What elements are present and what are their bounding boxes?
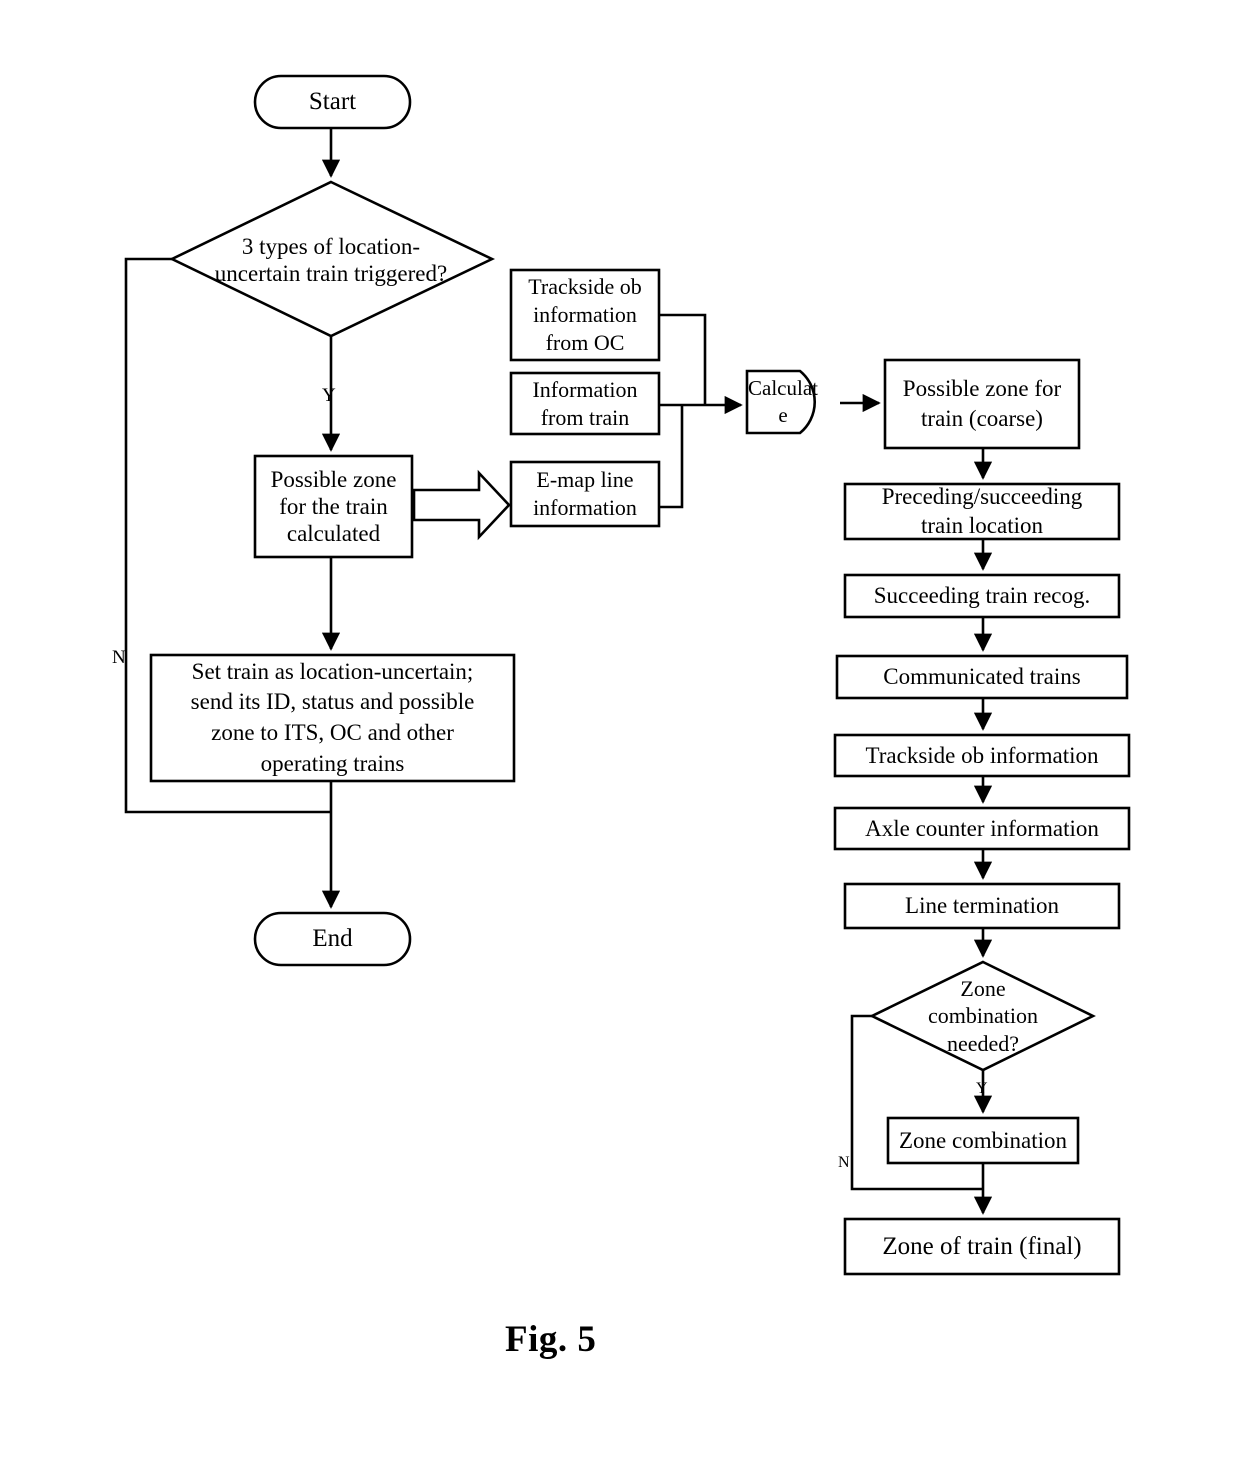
figure-caption: Fig. 5 — [505, 1319, 597, 1360]
edge-label-decision-types-yes: Y — [322, 385, 336, 406]
edge-label-decision-types-no: N — [112, 647, 126, 668]
shape-information-from-train — [509, 371, 661, 436]
shape-line-termination — [843, 882, 1121, 930]
shape-communicated-trains — [835, 654, 1129, 700]
shape-set-train-uncertain — [149, 653, 516, 783]
shape-trackside-ob-from-oc — [509, 268, 661, 362]
shape-zone-combination — [886, 1116, 1080, 1165]
edge-emap-to-merge — [659, 405, 684, 509]
shape-trackside-ob-information — [833, 733, 1131, 778]
flowchart-canvas — [124, 74, 1131, 1276]
figure-page: Start 3 types of location- uncertain tra… — [0, 0, 1240, 1474]
block-arrow-to-inputs — [412, 469, 511, 541]
shape-zone-of-train-final — [843, 1217, 1121, 1276]
shape-start — [253, 74, 412, 130]
shape-axle-counter-information — [833, 806, 1131, 851]
shape-preceding-succeeding — [843, 482, 1121, 541]
shape-possible-zone-calculated — [253, 454, 414, 559]
shape-calculate — [745, 369, 817, 435]
shape-possible-zone-coarse — [883, 358, 1081, 450]
shape-decision-types — [169, 180, 496, 338]
edge-label-zone-combination-yes: Y — [976, 1080, 988, 1097]
shape-end — [253, 911, 412, 967]
edge-trackside-to-merge — [659, 313, 707, 405]
shape-decision-zone-combination — [869, 960, 1096, 1072]
edge-label-zone-combination-no: N — [838, 1154, 850, 1171]
shape-emap-line-information — [509, 460, 661, 528]
shape-succeeding-train-recog — [843, 573, 1121, 619]
